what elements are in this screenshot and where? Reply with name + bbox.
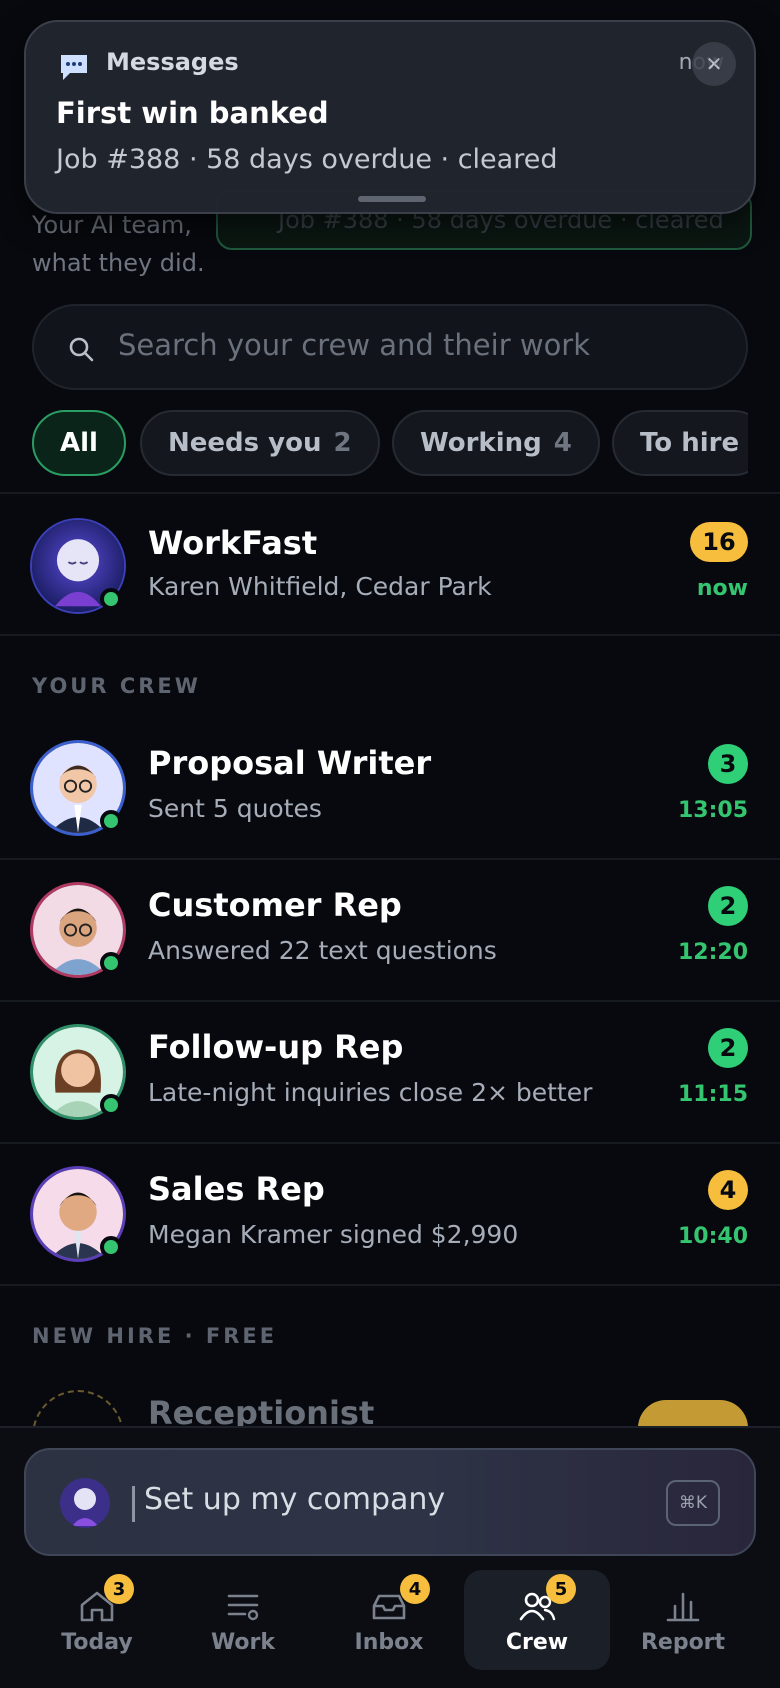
bar-chart-icon (666, 1592, 700, 1622)
filter-chip-label: Working (420, 428, 542, 458)
section-header-your-crew: YOUR CREW (32, 674, 201, 698)
filter-chip-count: 4 (553, 428, 572, 458)
filter-chips: All Needs you 2 Working 4 To hire (32, 410, 748, 476)
row-name: Follow-up Rep (148, 1028, 404, 1066)
tab-label: Report (640, 1630, 726, 1655)
tab-work[interactable]: Work (170, 1570, 316, 1670)
unread-badge: 16 (690, 522, 748, 562)
list-icon (227, 1594, 259, 1621)
drag-handle[interactable] (358, 196, 426, 202)
keyboard-shortcut-hint: ⌘K (666, 1480, 720, 1526)
filter-chip-all[interactable]: All (32, 410, 126, 476)
crew-row-follow-up-rep[interactable]: Follow-up Rep Late-night inquiries close… (0, 1002, 780, 1142)
assistant-avatar (60, 1478, 110, 1528)
row-subtitle: Answered 22 text questions (148, 936, 497, 965)
notification-title: First win banked (56, 96, 329, 130)
row-subtitle: Karen Whitfield, Cedar Park (148, 572, 492, 601)
tab-bar: Today 3 Work Inbox 4 Crew 5 Report (0, 1570, 780, 1688)
row-name: Proposal Writer (148, 744, 432, 782)
row-subtitle: Late-night inquiries close 2× better (148, 1078, 593, 1107)
search-icon (69, 337, 94, 362)
close-icon[interactable]: ✕ (692, 42, 736, 86)
divider (0, 1284, 780, 1286)
crew-row-proposal-writer[interactable]: Proposal Writer Sent 5 quotes 3 13:05 (0, 718, 780, 858)
filter-chip-to-hire[interactable]: To hire (612, 410, 748, 476)
crew-row-customer-rep[interactable]: Customer Rep Answered 22 text questions … (0, 860, 780, 1000)
tab-today[interactable]: Today 3 (24, 1570, 170, 1670)
online-indicator (100, 588, 122, 610)
unread-badge: 4 (708, 1170, 748, 1210)
page-subtitle: Your AI team, what they did. (32, 211, 205, 277)
unread-badge: 2 (708, 1028, 748, 1068)
tab-crew[interactable]: Crew 5 (464, 1570, 610, 1670)
search-placeholder: Search your crew and their work (118, 328, 591, 362)
unread-badge: 2 (708, 886, 748, 926)
filter-chip-label: All (60, 428, 98, 458)
text-caret (132, 1486, 135, 1522)
tab-label: Work (210, 1630, 276, 1655)
notification-app-name: Messages (106, 48, 239, 76)
filter-chip-needs-you[interactable]: Needs you 2 (140, 410, 380, 476)
row-time: 12:20 (677, 940, 748, 965)
composer-text: Set up my company (144, 1482, 446, 1517)
notification-body: Job #388 · 58 days overdue · cleared (56, 144, 558, 175)
tab-badge: 5 (546, 1574, 576, 1604)
row-time: 10:40 (677, 1224, 748, 1249)
tab-report[interactable]: Report (610, 1570, 756, 1670)
section-header-new-hire: NEW HIRE · FREE (32, 1324, 278, 1348)
unread-badge: 3 (708, 744, 748, 784)
row-time: now (696, 576, 748, 601)
filter-chip-label: Needs you (168, 428, 322, 458)
row-name: WorkFast (148, 524, 318, 562)
row-subtitle: Megan Kramer signed $2,990 (148, 1220, 519, 1249)
row-subtitle: Sent 5 quotes (148, 794, 322, 823)
filter-chip-count: 2 (333, 428, 352, 458)
online-indicator (100, 1094, 122, 1116)
messages-app-icon (61, 55, 87, 80)
pinned-row-workfast[interactable]: WorkFast Karen Whitfield, Cedar Park 16 … (0, 496, 780, 636)
online-indicator (100, 1236, 122, 1258)
tab-label: Today (61, 1630, 133, 1655)
tab-badge: 4 (400, 1574, 430, 1604)
tab-label: Inbox (354, 1630, 424, 1655)
assistant-composer[interactable]: Set up my company ⌘K (24, 1448, 756, 1556)
online-indicator (100, 810, 122, 832)
tab-badge: 3 (104, 1574, 134, 1604)
tab-inbox[interactable]: Inbox 4 (316, 1570, 462, 1670)
tab-label: Crew (505, 1630, 569, 1655)
row-name: Customer Rep (148, 886, 402, 924)
row-time: 11:15 (677, 1082, 748, 1107)
filter-chip-label: To hire (640, 428, 740, 458)
divider (0, 634, 780, 636)
filter-chip-working[interactable]: Working 4 (392, 410, 600, 476)
row-name: Sales Rep (148, 1170, 325, 1208)
divider (0, 492, 780, 494)
search-bar[interactable]: Search your crew and their work (32, 304, 748, 390)
online-indicator (100, 952, 122, 974)
row-time: 13:05 (677, 798, 748, 823)
notification-banner[interactable]: Messages now ✕ First win banked Job #388… (24, 20, 756, 214)
crew-row-sales-rep[interactable]: Sales Rep Megan Kramer signed $2,990 4 1… (0, 1144, 780, 1284)
